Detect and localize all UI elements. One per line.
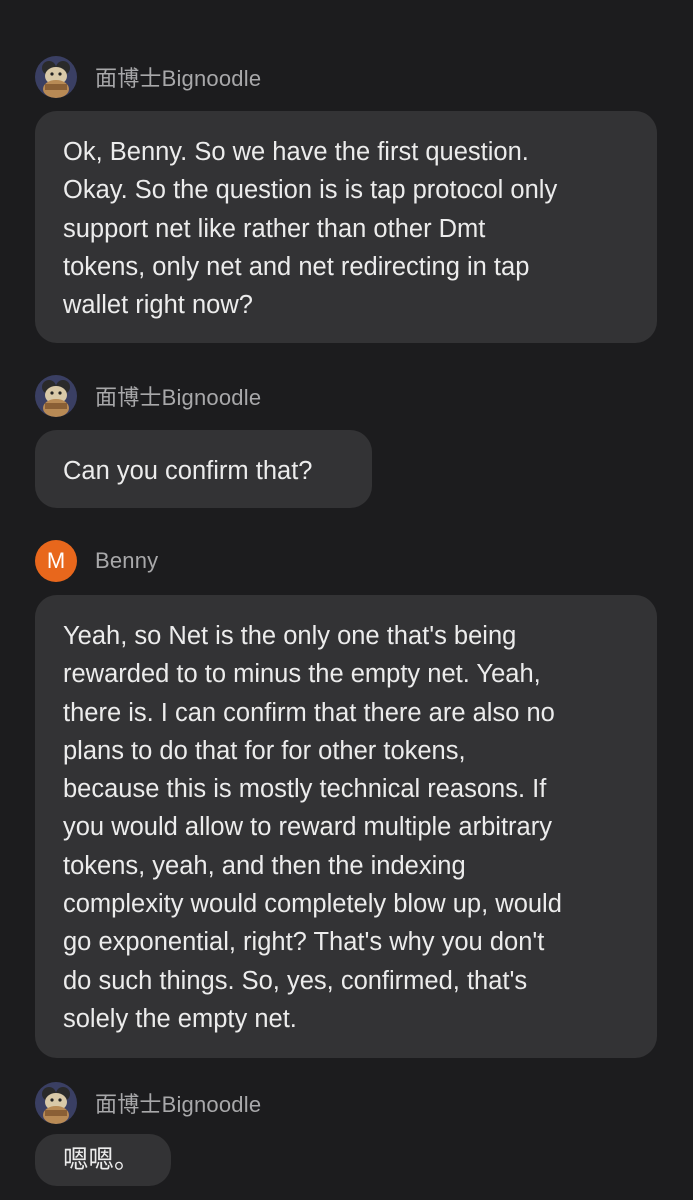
cat-avatar-icon[interactable] bbox=[35, 56, 77, 98]
sender-name: Benny bbox=[95, 548, 159, 573]
message-bubble[interactable]: Ok, Benny. So we have the first question… bbox=[35, 111, 657, 343]
letter-avatar-icon[interactable]: M bbox=[35, 540, 77, 582]
cat-avatar-icon[interactable] bbox=[35, 375, 77, 417]
cat-avatar-icon[interactable] bbox=[35, 1082, 77, 1124]
message-bubble[interactable]: Yeah, so Net is the only one that's bein… bbox=[35, 595, 657, 1058]
chat-transcript: 面博士Bignoodle Ok, Benny. So we have the f… bbox=[0, 0, 693, 1200]
message-header: 面博士Bignoodle bbox=[35, 55, 261, 99]
message-bubble[interactable]: 嗯嗯。 bbox=[35, 1134, 171, 1186]
message-header: 面博士Bignoodle bbox=[35, 1081, 261, 1125]
sender-name: 面博士Bignoodle bbox=[95, 66, 262, 91]
sender-name: 面博士Bignoodle bbox=[95, 385, 262, 410]
sender-name: 面博士Bignoodle bbox=[95, 1092, 262, 1117]
message-bubble[interactable]: Can you confirm that? bbox=[35, 430, 372, 508]
message-header: 面博士Bignoodle bbox=[35, 374, 261, 418]
message-header: M Benny bbox=[35, 539, 158, 583]
